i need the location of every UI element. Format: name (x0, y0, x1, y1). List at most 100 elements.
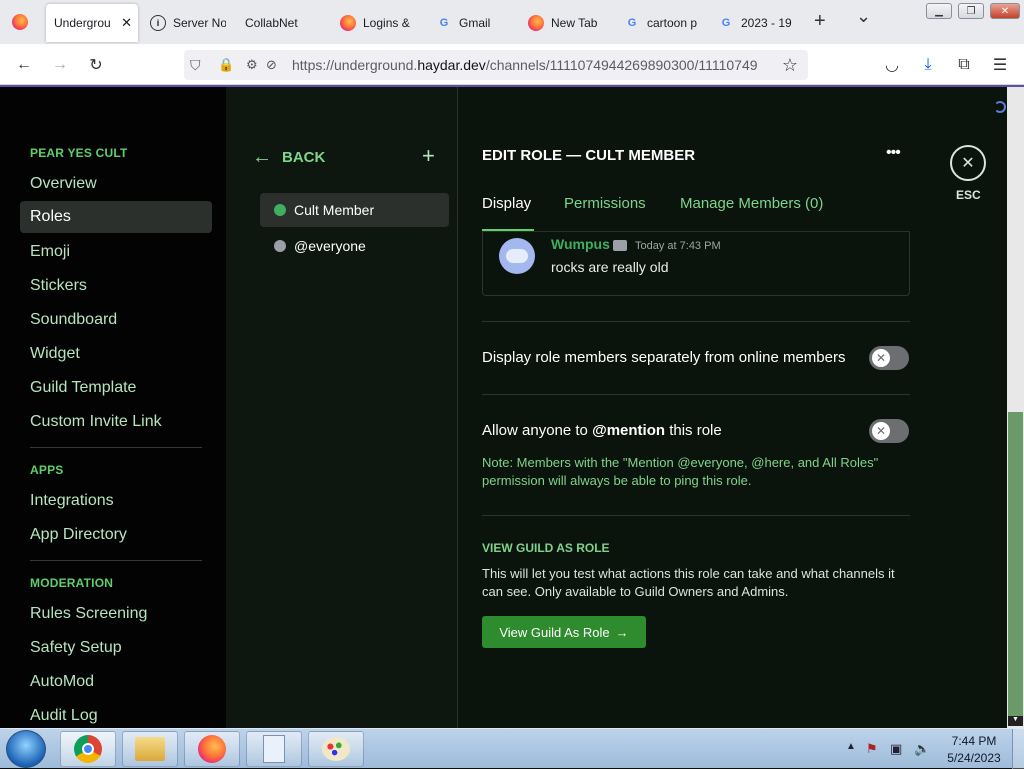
minimize-button[interactable]: ▁ (926, 3, 952, 19)
google-icon: G (627, 17, 637, 29)
role-color-dot (274, 240, 286, 252)
bookmark-star-icon[interactable]: ☆ (778, 53, 802, 77)
role-item-everyone[interactable]: @everyone (260, 229, 449, 263)
taskbar-paint[interactable] (308, 731, 364, 767)
sidebar-item-integrations[interactable]: Integrations (20, 485, 212, 517)
more-options-icon[interactable]: ••• (886, 144, 901, 162)
sidebar-item-automod[interactable]: AutoMod (20, 666, 212, 698)
sidebar-item-rules-screening[interactable]: Rules Screening (20, 598, 212, 630)
close-icon[interactable]: ✕ (950, 145, 986, 181)
add-role-button[interactable]: + (422, 143, 435, 169)
taskbar-chrome[interactable] (60, 731, 116, 767)
role-name: @everyone (294, 238, 366, 254)
action-center-icon[interactable]: ⚑ (866, 741, 878, 757)
tab-manage-members[interactable]: Manage Members (0) (680, 195, 823, 212)
google-icon: G (439, 17, 449, 29)
view-guild-description: This will let you test what actions this… (482, 566, 895, 599)
taskbar-firefox[interactable] (184, 731, 240, 767)
tab-label: 2023 - 19 (741, 16, 792, 30)
show-hidden-icons[interactable]: ▲ (846, 741, 856, 752)
role-color-dot (274, 204, 286, 216)
scrollbar-thumb[interactable] (1008, 412, 1023, 718)
x-icon: ✕ (872, 422, 890, 440)
sidebar-item-widget[interactable]: Widget (20, 338, 212, 370)
sidebar-item-safety-setup[interactable]: Safety Setup (20, 632, 212, 664)
clock-date[interactable]: 5/24/2023 (940, 751, 1008, 765)
sidebar-item-stickers[interactable]: Stickers (20, 270, 212, 302)
maximize-button[interactable]: ❐ (958, 3, 984, 19)
display-separately-toggle[interactable]: ✕ (869, 346, 909, 370)
chrome-icon (74, 735, 102, 763)
divider (30, 447, 202, 448)
clock-time[interactable]: 7:44 PM (940, 734, 1008, 748)
toggle-label: Allow anyone to @mention this role (482, 422, 722, 439)
sidebar-item-custom-invite-link[interactable]: Custom Invite Link (20, 406, 212, 438)
sidebar-item-guild-template[interactable]: Guild Template (20, 372, 212, 404)
reload-icon[interactable]: ↻ (84, 53, 108, 77)
firefox-icon (340, 15, 356, 31)
tab-label: Logins & (363, 16, 410, 30)
tab-active[interactable]: Undergrou ✕ (46, 4, 138, 42)
firefox-menu-icon[interactable] (12, 14, 28, 30)
label-part: @mention (592, 422, 666, 439)
toggle-label: Display role members separately from onl… (482, 349, 846, 366)
volume-icon[interactable]: 🔈 (914, 741, 930, 757)
tab-label: Gmail (459, 16, 491, 30)
close-tab-icon[interactable]: ✕ (121, 15, 132, 31)
sidebar-item-emoji[interactable]: Emoji (20, 236, 212, 268)
sidebar-item-app-directory[interactable]: App Directory (20, 519, 212, 551)
url-prefix: https://underground. (292, 57, 418, 73)
extensions-icon[interactable]: ⧉ (952, 53, 976, 77)
pocket-icon[interactable]: ◡ (880, 53, 904, 77)
shield-icon[interactable]: ⛉ (190, 57, 201, 74)
tab[interactable]: Logins & (340, 4, 412, 42)
forward-arrow-icon[interactable]: → (48, 53, 72, 77)
sidebar-item-roles[interactable]: Roles (20, 201, 212, 233)
arrow-right-icon: → (615, 624, 629, 640)
tab-list-button[interactable]: ⌄ (856, 6, 871, 27)
close-window-button[interactable]: ✕ (990, 3, 1020, 19)
scroll-down-icon[interactable]: ▼ (1008, 716, 1023, 726)
role-name: Cult Member (294, 202, 375, 218)
url-bar[interactable]: ⛉ 🔒 ⚙ ⊘ https://underground. haydar.dev/c… (184, 50, 808, 80)
show-desktop-button[interactable] (1012, 729, 1024, 769)
tab[interactable]: i Server No (150, 4, 226, 42)
taskbar-explorer[interactable] (122, 731, 178, 767)
tab[interactable]: G 2023 - 19 (718, 4, 796, 42)
allow-mention-toggle[interactable]: ✕ (869, 419, 909, 443)
tab-display[interactable]: Display (482, 195, 531, 212)
menu-icon[interactable]: ☰ (988, 53, 1012, 77)
preview-timestamp: Today at 7:43 PM (635, 240, 721, 252)
downloads-icon[interactable]: ⤓ (916, 53, 940, 77)
tab[interactable]: New Tab (528, 4, 608, 42)
start-button-icon[interactable] (6, 730, 46, 768)
divider (482, 515, 910, 516)
preview-username: Wumpus (551, 236, 610, 252)
windows-taskbar: ▲ ⚑ ▣ 🔈 7:44 PM 5/24/2023 (0, 728, 1024, 769)
back-arrow-icon[interactable]: ← (12, 53, 36, 77)
new-tab-button[interactable]: + (814, 10, 826, 33)
back-button[interactable]: BACK (282, 149, 325, 166)
tracking-blocked-icon[interactable]: ⊘ (266, 57, 277, 73)
sidebar-item-soundboard[interactable]: Soundboard (20, 304, 212, 336)
tab-label: cartoon p (647, 16, 698, 30)
back-arrow-icon[interactable]: ← (252, 146, 272, 169)
tab[interactable]: G cartoon p (624, 4, 700, 42)
sidebar-item-overview[interactable]: Overview (20, 168, 212, 200)
tab[interactable]: CollabNet (245, 4, 325, 42)
section-header: VIEW GUILD AS ROLE (482, 541, 610, 555)
role-badge-icon (613, 240, 627, 251)
preview-message: rocks are really old (551, 259, 669, 275)
info-icon: i (150, 15, 166, 31)
page-title: EDIT ROLE — CULT MEMBER (482, 147, 696, 164)
role-item-cult-member[interactable]: Cult Member (260, 193, 449, 227)
tab-permissions[interactable]: Permissions (564, 195, 646, 212)
tab-label: Undergrou (54, 16, 111, 30)
notepad-icon (263, 735, 285, 763)
section-header: MODERATION (30, 576, 114, 590)
network-icon[interactable]: ▣ (890, 741, 902, 757)
taskbar-notepad[interactable] (246, 731, 302, 767)
permissions-icon[interactable]: ⚙ (246, 57, 258, 73)
view-guild-as-role-button[interactable]: View Guild As Role → (482, 616, 646, 648)
tab[interactable]: G Gmail (436, 4, 508, 42)
